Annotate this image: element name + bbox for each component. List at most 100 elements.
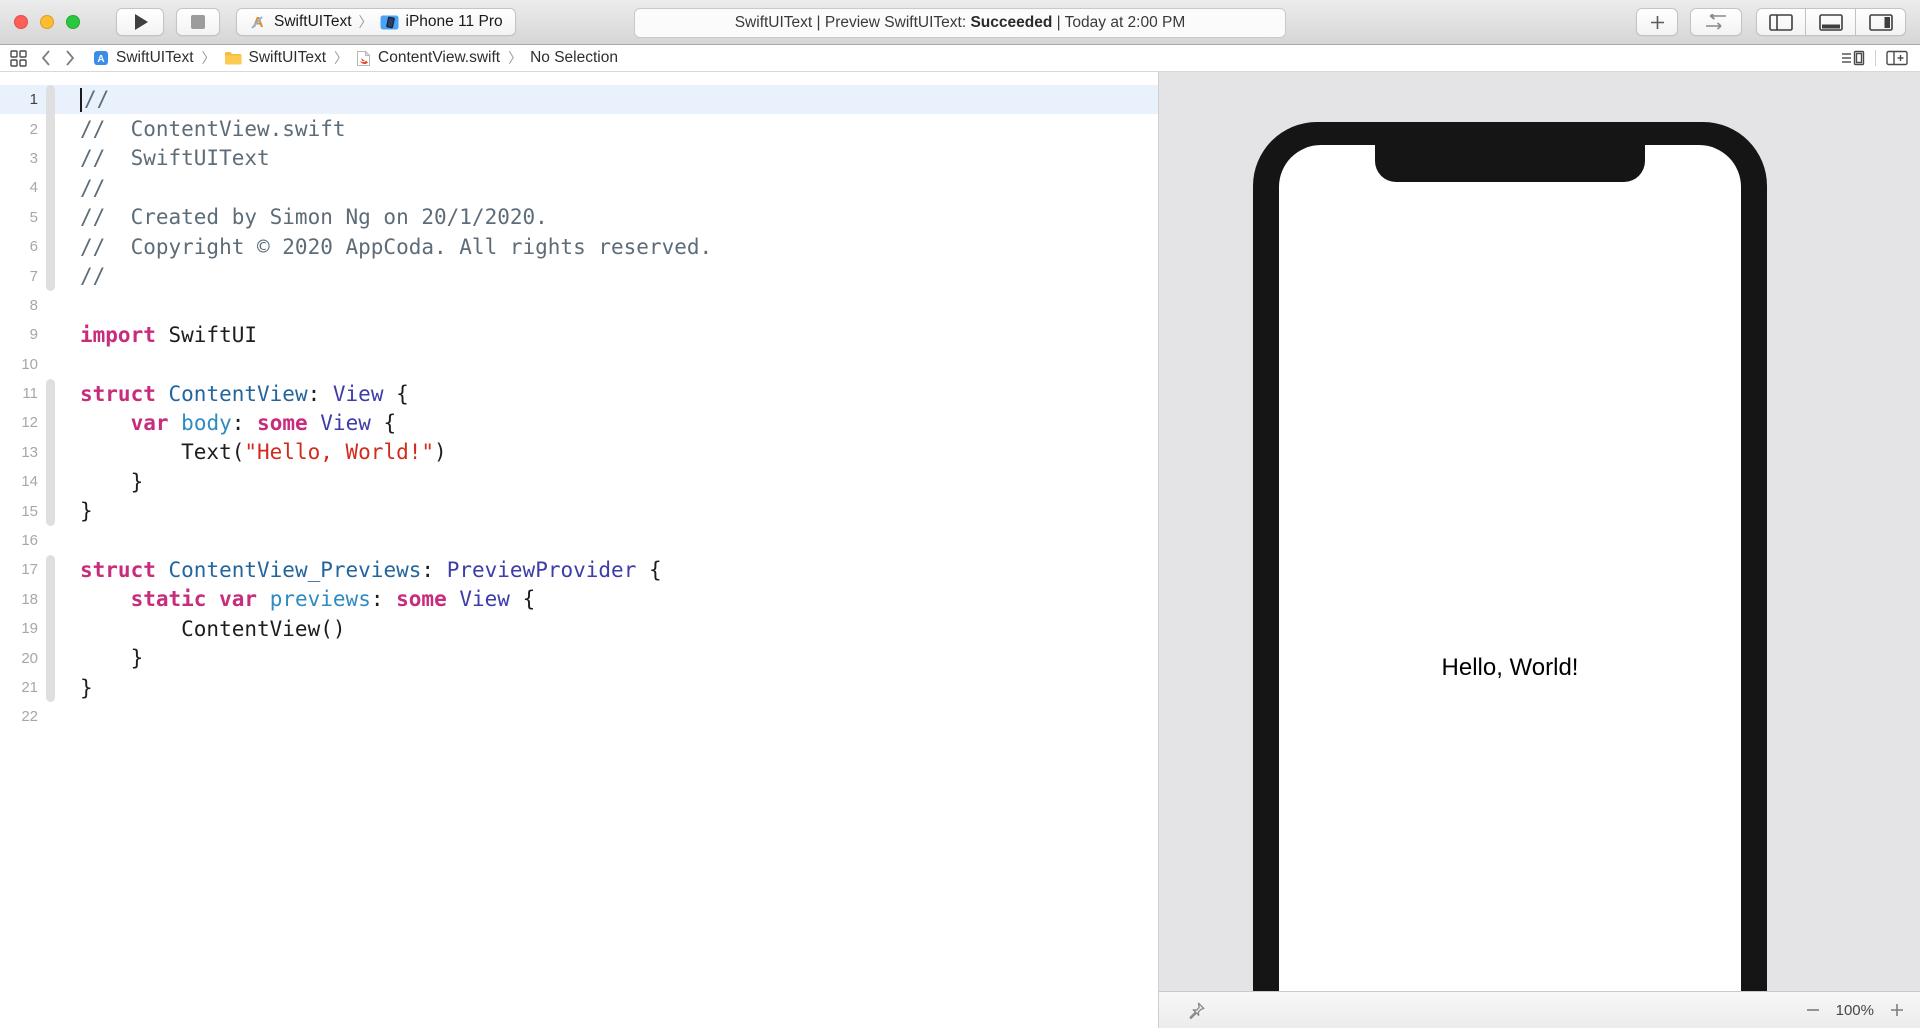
line-number[interactable]: 3	[0, 150, 38, 167]
line-number[interactable]: 17	[0, 561, 38, 578]
scheme-device-label: iPhone 11 Pro	[406, 13, 503, 31]
zoom-window-button[interactable]	[66, 15, 80, 29]
scheme-selector[interactable]: A SwiftUIText 〉 iPhone 11 Pro	[236, 8, 516, 36]
line-number[interactable]: 2	[0, 121, 38, 138]
breadcrumb-file[interactable]: ContentView.swift	[356, 49, 500, 67]
zoom-level: 100%	[1836, 1002, 1874, 1019]
go-back-button[interactable]	[41, 50, 51, 66]
code-line[interactable]: 7 //	[0, 261, 1158, 290]
iphone-screen[interactable]: Hello, World!	[1279, 145, 1741, 1028]
source-editor[interactable]: 1//2// ContentView.swift3// SwiftUIText4…	[0, 72, 1158, 1028]
fold-ribbon	[46, 614, 55, 643]
code-line[interactable]: 2 // ContentView.swift	[0, 114, 1158, 143]
breadcrumb-project[interactable]: A SwiftUIText	[93, 49, 194, 67]
line-number[interactable]: 22	[0, 708, 38, 725]
toolbar-right-buttons	[1636, 8, 1906, 36]
line-number[interactable]: 15	[0, 503, 38, 520]
library-add-button[interactable]	[1636, 8, 1678, 36]
line-number[interactable]: 6	[0, 238, 38, 255]
breadcrumb-selection[interactable]: No Selection	[530, 49, 618, 67]
status-result: Succeeded	[970, 14, 1052, 32]
code-text: }	[55, 646, 143, 670]
breadcrumb-group[interactable]: SwiftUIText	[224, 49, 327, 67]
code-line[interactable]: 19 ContentView()	[0, 614, 1158, 643]
right-panel-icon	[1869, 14, 1893, 31]
line-number[interactable]: 4	[0, 179, 38, 196]
pin-preview-button[interactable]	[1187, 1001, 1206, 1020]
toggle-navigator-button[interactable]	[1756, 8, 1806, 36]
line-number[interactable]: 5	[0, 209, 38, 226]
code-text: ContentView()	[55, 617, 346, 641]
code-line[interactable]: 5// Created by Simon Ng on 20/1/2020.	[0, 203, 1158, 232]
breadcrumb-label: ContentView.swift	[378, 49, 500, 67]
line-number[interactable]: 19	[0, 620, 38, 637]
stop-icon	[191, 15, 205, 29]
pin-icon	[1187, 1001, 1206, 1020]
toggle-inspector-button[interactable]	[1856, 8, 1906, 36]
code-line[interactable]: 12 var body: some View {	[0, 408, 1158, 437]
fold-ribbon	[46, 643, 55, 672]
code-text: var body: some View {	[55, 411, 396, 435]
code-line[interactable]: 1//	[0, 85, 1158, 114]
code-text: // SwiftUIText	[55, 146, 270, 170]
code-line[interactable]: 14 }	[0, 467, 1158, 496]
stop-button[interactable]	[176, 8, 220, 36]
breadcrumb-label: No Selection	[530, 49, 618, 67]
line-number[interactable]: 8	[0, 297, 38, 314]
go-forward-button[interactable]	[65, 50, 75, 66]
code-text: //	[55, 264, 105, 288]
minimize-window-button[interactable]	[40, 15, 54, 29]
code-line[interactable]: 17struct ContentView_Previews: PreviewPr…	[0, 555, 1158, 584]
line-number[interactable]: 9	[0, 326, 38, 343]
line-number[interactable]: 12	[0, 414, 38, 431]
code-line[interactable]: 15}	[0, 496, 1158, 525]
run-button[interactable]	[116, 8, 164, 36]
line-number[interactable]: 13	[0, 444, 38, 461]
code-line[interactable]: 8	[0, 291, 1158, 320]
code-line[interactable]: 20 }	[0, 643, 1158, 672]
code-line[interactable]: 13 Text("Hello, World!")	[0, 438, 1158, 467]
swift-file-icon	[356, 50, 371, 67]
preview-text: Hello, World!	[1279, 654, 1741, 682]
fold-ribbon	[46, 585, 55, 614]
line-number[interactable]: 21	[0, 679, 38, 696]
code-line[interactable]: 4//	[0, 173, 1158, 202]
code-line[interactable]: 9import SwiftUI	[0, 320, 1158, 349]
code-line[interactable]: 11 struct ContentView: View {	[0, 379, 1158, 408]
toolbar: A SwiftUIText 〉 iPhone 11 Pro SwiftUITex…	[0, 0, 1920, 45]
code-text: // ContentView.swift	[55, 117, 346, 141]
line-number[interactable]: 10	[0, 356, 38, 373]
window-controls	[14, 15, 80, 29]
code-line[interactable]: 18 static var previews: some View {	[0, 585, 1158, 614]
close-window-button[interactable]	[14, 15, 28, 29]
line-number[interactable]: 1	[0, 91, 38, 108]
code-line[interactable]: 3 // SwiftUIText	[0, 144, 1158, 173]
chevron-back-icon	[41, 50, 51, 66]
code-line[interactable]: 22	[0, 702, 1158, 731]
code-line[interactable]: 16	[0, 526, 1158, 555]
add-editor-button[interactable]	[1886, 49, 1908, 67]
line-number[interactable]: 14	[0, 473, 38, 490]
zoom-out-button[interactable]	[1806, 1003, 1820, 1017]
panel-toggle-group	[1756, 8, 1906, 36]
code-line[interactable]: 21}	[0, 673, 1158, 702]
zoom-in-button[interactable]	[1890, 1003, 1904, 1017]
toggle-debug-area-button[interactable]	[1806, 8, 1856, 36]
svg-text:A: A	[97, 54, 104, 65]
folder-icon	[224, 51, 242, 65]
code-line[interactable]: 10	[0, 350, 1158, 379]
line-number[interactable]: 18	[0, 591, 38, 608]
line-number[interactable]: 11	[0, 385, 38, 402]
code-text: }	[55, 470, 143, 494]
version-editor-button[interactable]	[1690, 8, 1742, 36]
code-text: struct ContentView: View {	[55, 382, 409, 406]
line-number[interactable]: 20	[0, 650, 38, 667]
related-items-button[interactable]	[10, 50, 27, 67]
plus-icon	[1890, 1003, 1904, 1017]
iphone-device-icon	[380, 15, 399, 30]
line-number[interactable]: 16	[0, 532, 38, 549]
breadcrumb: A SwiftUIText 〉 SwiftUIText 〉	[93, 48, 618, 68]
editor-options-button[interactable]	[1841, 49, 1865, 67]
line-number[interactable]: 7	[0, 268, 38, 285]
code-line[interactable]: 6// Copyright © 2020 AppCoda. All rights…	[0, 232, 1158, 261]
